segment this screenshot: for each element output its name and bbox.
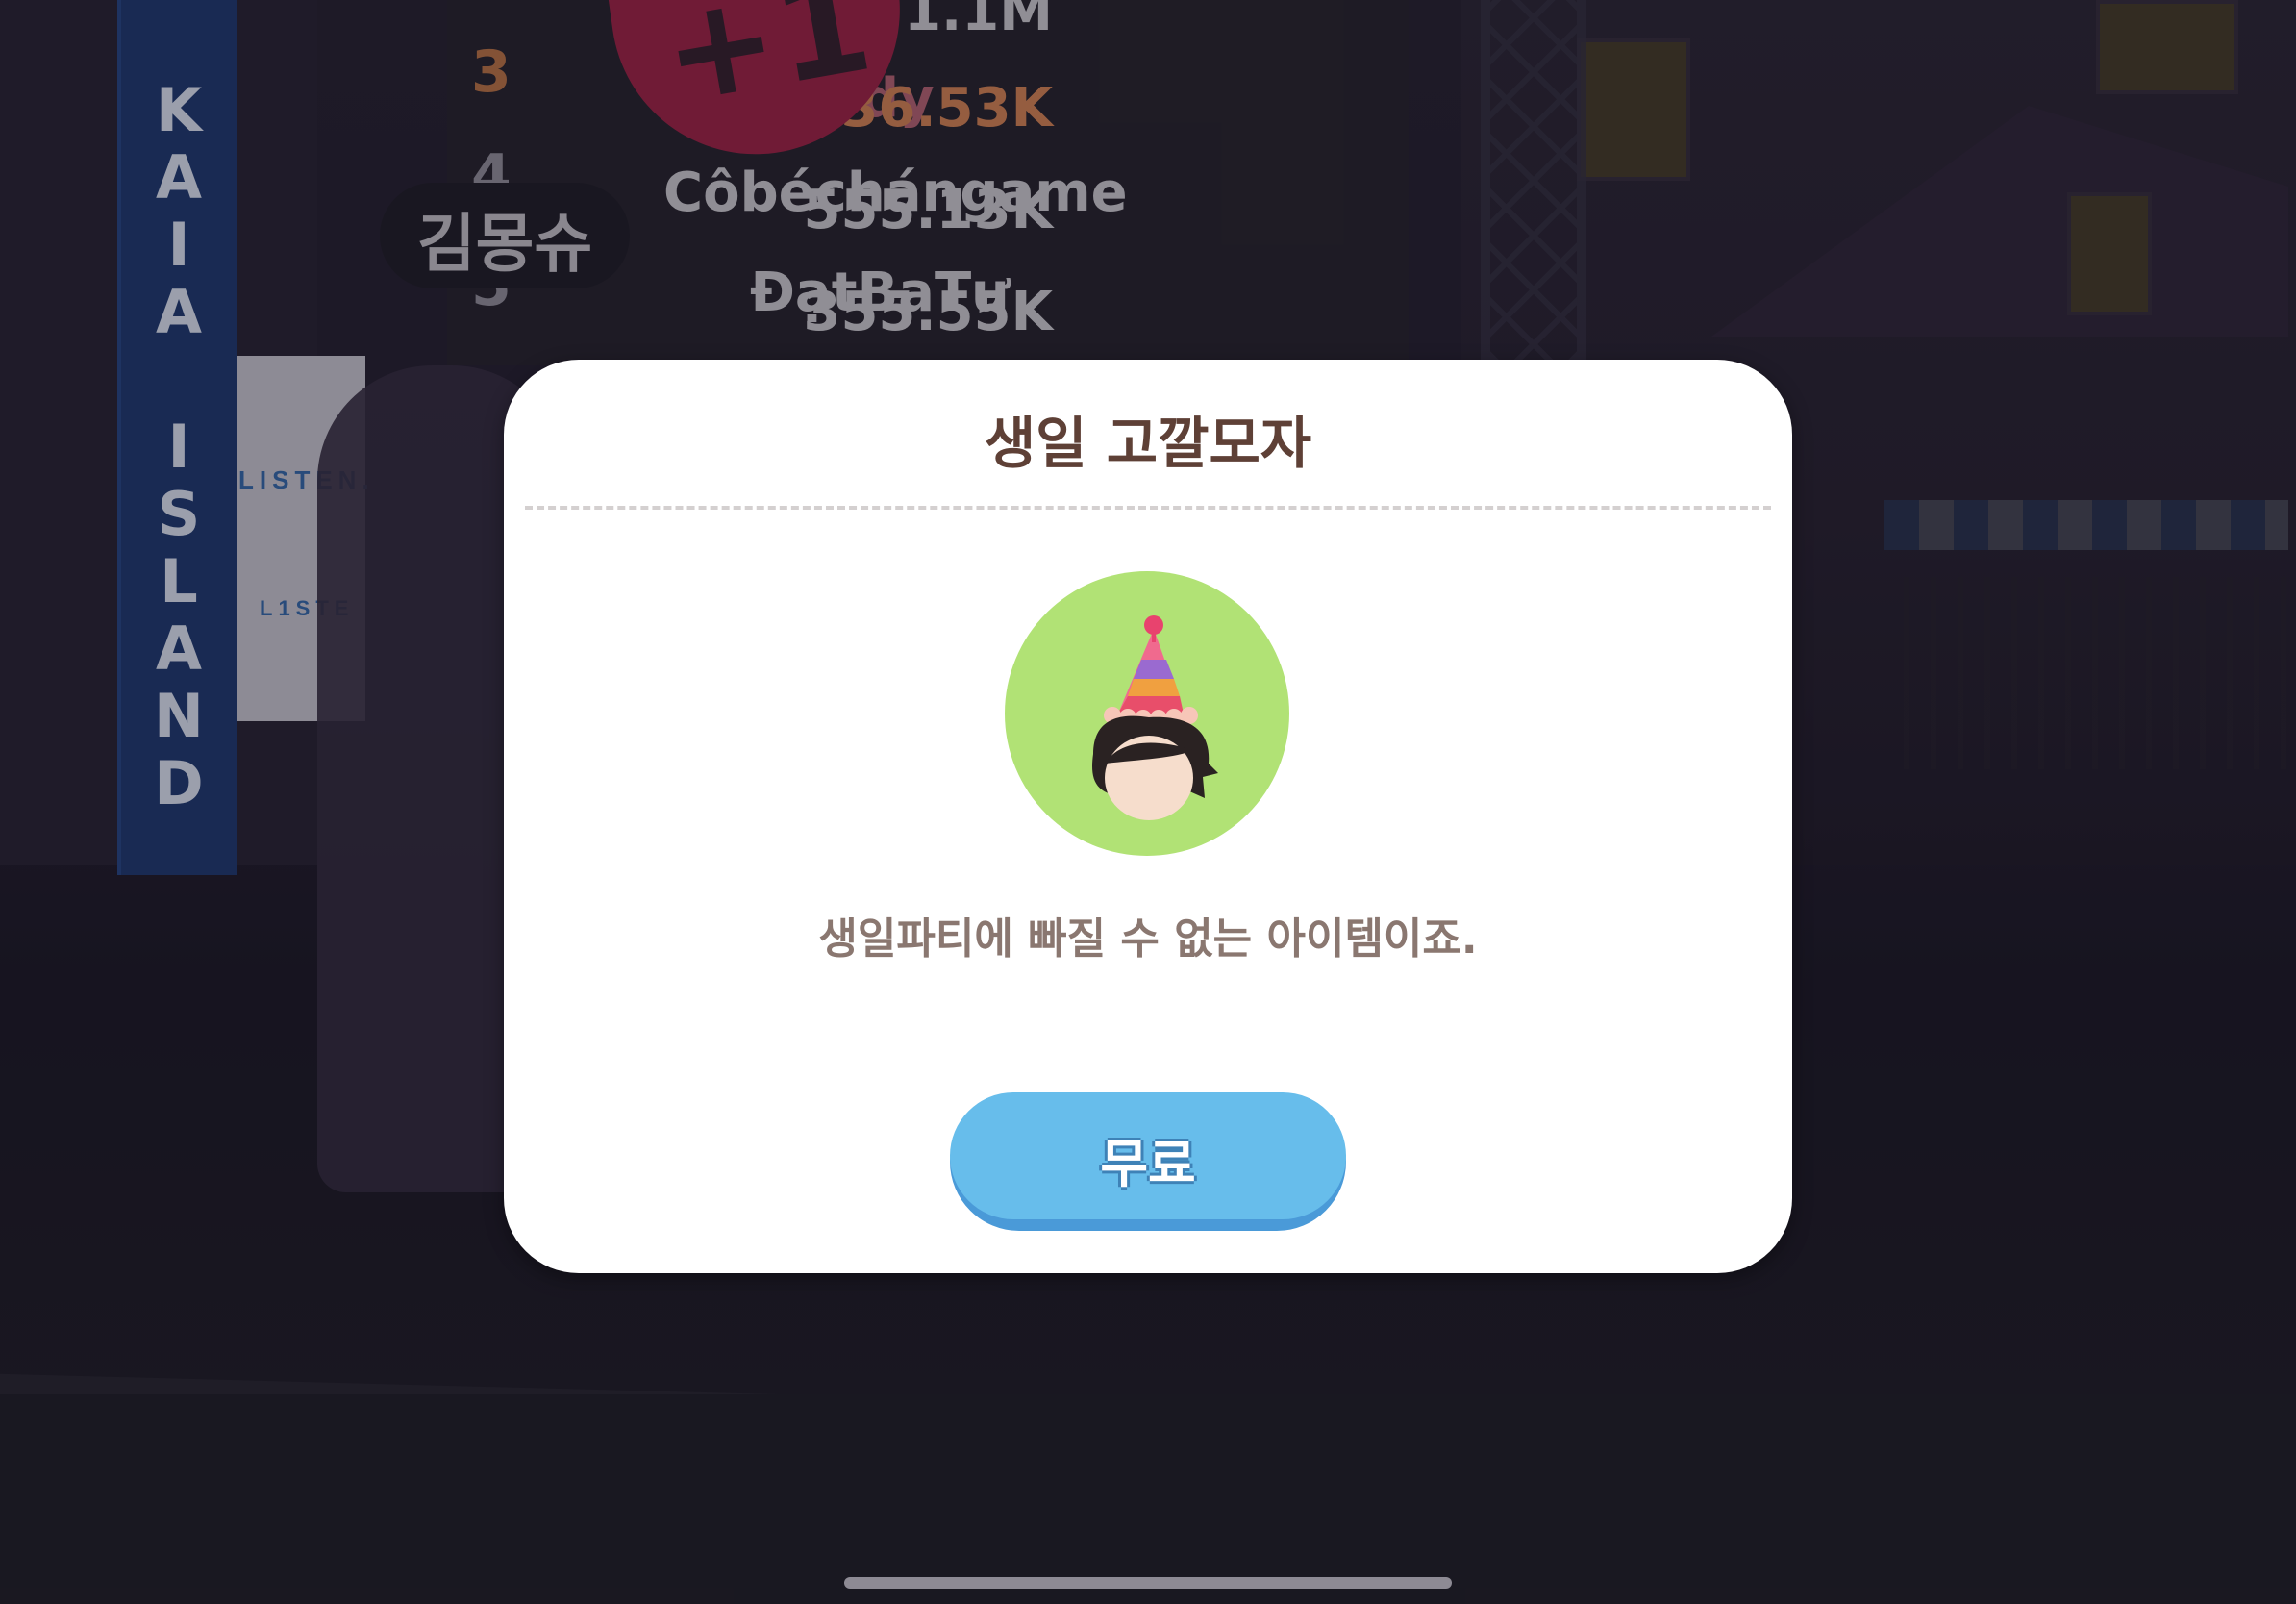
free-button-label[interactable]: 무료 — [950, 1121, 1346, 1197]
button-face[interactable]: 무료 — [950, 1092, 1346, 1219]
item-description: 생일파티에 빠질 수 없는 아이템이죠. — [818, 915, 1478, 964]
item-icon-circle — [1005, 571, 1289, 856]
free-claim-button[interactable]: 무료 — [950, 1092, 1346, 1231]
home-indicator[interactable] — [844, 1577, 1452, 1589]
modal-title: 생일 고깔모자 — [984, 411, 1312, 476]
dashed-divider — [525, 506, 1771, 510]
item-detail-modal: 생일 고깔모자 생일파티에 빠질 수 없는 아이템이죠. 무료 — [504, 360, 1792, 1273]
birthday-hat-icon — [1092, 615, 1218, 820]
